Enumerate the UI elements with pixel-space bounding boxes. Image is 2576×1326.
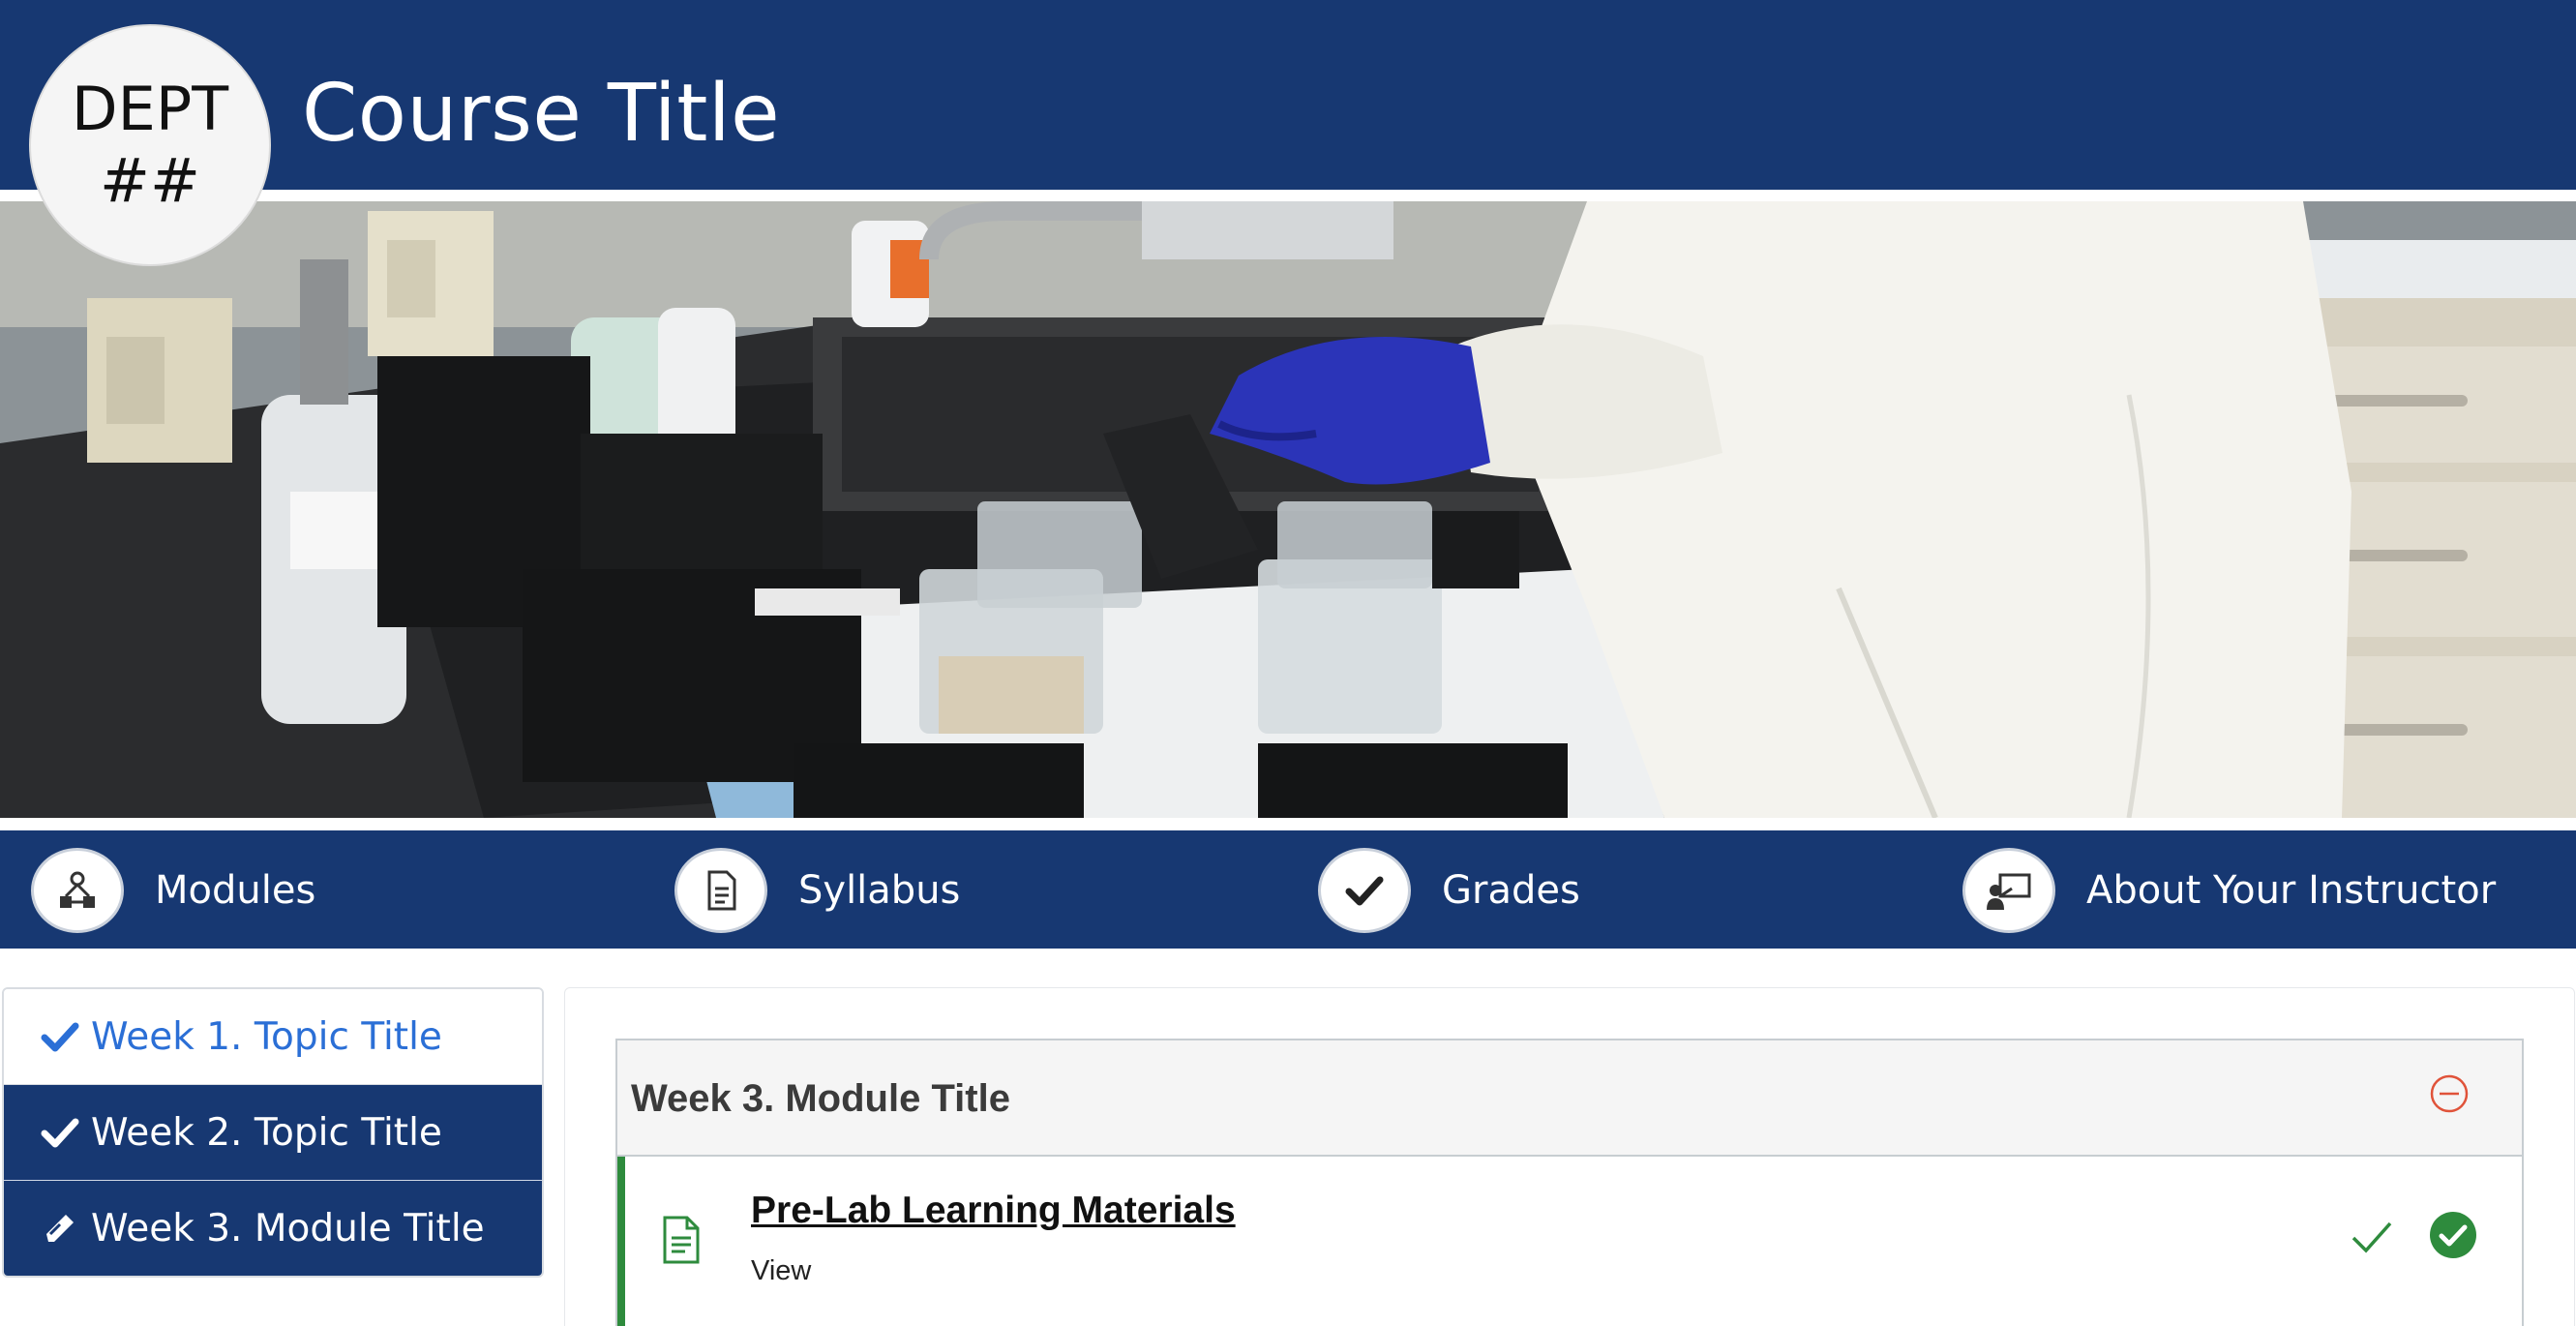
- checkmark-icon: [1318, 848, 1411, 933]
- module-header[interactable]: Week 3. Module Title: [617, 1040, 2522, 1157]
- completed-circle-icon: [2429, 1211, 2477, 1259]
- minus-circle-icon[interactable]: [2429, 1073, 2470, 1114]
- sidebar-item-label: Week 1. Topic Title: [91, 1014, 442, 1059]
- lab-photo-image: [0, 201, 2576, 818]
- sidebar-item-label: Week 3. Module Title: [91, 1206, 485, 1251]
- nav-label-syllabus: Syllabus: [798, 868, 961, 913]
- nav-about-instructor[interactable]: About Your Instructor: [1962, 848, 2496, 933]
- course-header: Course Title: [0, 0, 2576, 190]
- course-nav-bar: Modules Syllabus Grades About Your Instr…: [0, 830, 2576, 949]
- module-block: Week 3. Module Title Pre-Lab Learning Ma…: [615, 1039, 2524, 1326]
- sidebar-item-week-2[interactable]: Week 2. Topic Title: [4, 1085, 542, 1181]
- nav-label-grades: Grades: [1442, 868, 1580, 913]
- item-requirement: View: [751, 1255, 812, 1286]
- sidebar-item-week-1[interactable]: Week 1. Topic Title: [4, 989, 542, 1085]
- department-badge: DEPT ##: [29, 24, 271, 266]
- module-content-panel: Week 3. Module Title Pre-Lab Learning Ma…: [564, 987, 2575, 1326]
- checkmark-icon: [41, 1016, 81, 1057]
- hero-lab-image: [0, 201, 2576, 818]
- sidebar-item-week-3[interactable]: Week 3. Module Title: [4, 1181, 542, 1276]
- week-sidebar: Week 1. Topic Title Week 2. Topic Title …: [2, 987, 544, 1278]
- nav-syllabus[interactable]: Syllabus: [674, 848, 960, 933]
- module-item: Pre-Lab Learning Materials View: [617, 1157, 2522, 1326]
- sidebar-item-label: Week 2. Topic Title: [91, 1110, 442, 1155]
- course-title: Course Title: [302, 68, 781, 160]
- module-title: Week 3. Module Title: [631, 1077, 1010, 1120]
- badge-dept: DEPT: [71, 74, 229, 144]
- nav-label-modules: Modules: [155, 868, 316, 913]
- document-icon: [674, 848, 767, 933]
- instructor-icon: [1962, 848, 2055, 933]
- nav-modules[interactable]: Modules: [31, 848, 315, 933]
- modules-icon: [31, 848, 124, 933]
- checkmark-icon: [41, 1112, 81, 1153]
- item-title-link[interactable]: Pre-Lab Learning Materials: [751, 1190, 1236, 1232]
- pencil-icon: [41, 1208, 81, 1249]
- page-icon: [660, 1215, 703, 1265]
- nav-label-about-instructor: About Your Instructor: [2086, 868, 2497, 913]
- badge-number: ##: [100, 145, 200, 216]
- checkmark-icon: [2350, 1215, 2394, 1259]
- nav-grades[interactable]: Grades: [1318, 848, 1580, 933]
